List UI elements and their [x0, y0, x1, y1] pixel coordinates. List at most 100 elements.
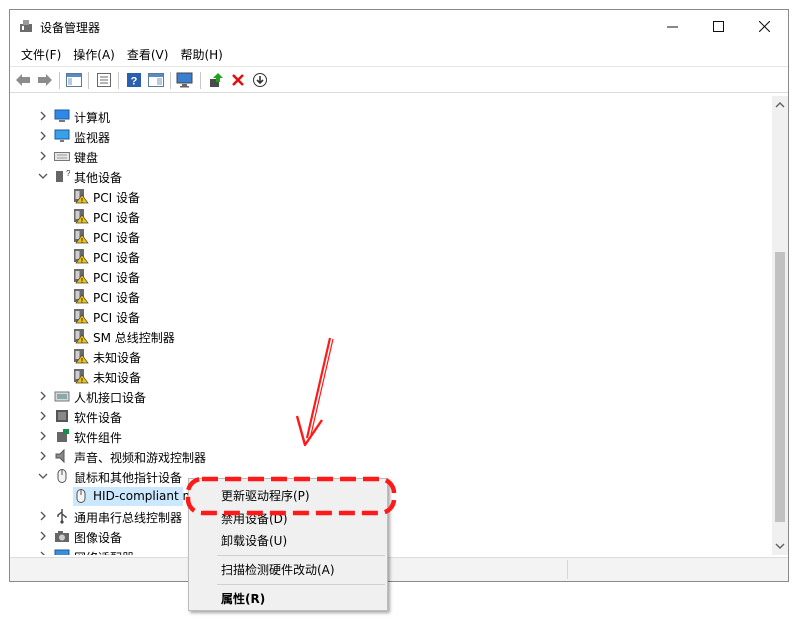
speaker-icon — [55, 448, 65, 464]
tree-device[interactable]: ! SM 总线控制器 — [12, 326, 752, 346]
chevron-right-icon[interactable] — [38, 411, 48, 421]
tree-category[interactable]: 计算机 — [12, 106, 752, 126]
tree-category[interactable]: 软件设备 — [12, 406, 752, 426]
tree-item-label: 其他设备 — [74, 171, 123, 185]
svg-text:!: ! — [81, 337, 83, 344]
tree-category[interactable]: 软件组件 — [12, 426, 752, 446]
tree-item-label: 鼠标和其他指针设备 — [74, 471, 183, 485]
maximize-button[interactable] — [695, 10, 741, 42]
menu-scan-hardware[interactable]: 扫描检测硬件改动(A) — [189, 558, 387, 580]
forward-button[interactable] — [36, 71, 54, 89]
warning-device-icon: ! — [74, 249, 89, 264]
monitor-icon — [54, 129, 70, 142]
status-divider — [567, 560, 568, 579]
menu-separator — [217, 584, 385, 585]
menu-update-driver-label: 更新驱动程序(P) — [221, 488, 310, 503]
menu-disable-device[interactable]: 禁用设备(D) — [189, 507, 387, 529]
help-toolbar-button[interactable]: ? — [125, 71, 143, 89]
scrollbar-thumb[interactable] — [775, 252, 785, 522]
menu-file[interactable]: 文件(F) — [16, 43, 66, 65]
tree-item-label: 键盘 — [74, 151, 99, 165]
svg-text:!: ! — [81, 237, 83, 244]
warning-device-icon: ! — [74, 329, 89, 344]
chevron-down-icon[interactable] — [38, 471, 48, 481]
minimize-button[interactable] — [649, 10, 695, 42]
arrow-left-icon — [16, 74, 30, 86]
view-toolbar-button[interactable] — [147, 71, 165, 89]
tree-device[interactable]: ! PCI 设备 — [12, 206, 752, 226]
close-button[interactable] — [741, 10, 787, 42]
device-tree[interactable]: 计算机监视器键盘? 其他设备! PCI 设备! PCI 设备! PCI 设备! PCI 设… — [12, 96, 772, 555]
tree-device[interactable]: ! PCI 设备 — [12, 226, 752, 246]
update-driver-toolbar-button[interactable] — [207, 71, 225, 89]
tree-item-label: PCI 设备 — [93, 271, 140, 285]
properties-toolbar-button[interactable] — [95, 71, 113, 89]
tree-device[interactable]: ! 未知设备 — [12, 366, 752, 386]
device-manager-icon — [20, 20, 32, 32]
scroll-up-icon[interactable] — [775, 100, 785, 110]
vertical-scrollbar[interactable] — [772, 96, 788, 555]
tree-category[interactable]: 声音、视频和游戏控制器 — [12, 446, 752, 466]
tree-category[interactable]: 监视器 — [12, 126, 752, 146]
tree-category[interactable]: 人机接口设备 — [12, 386, 752, 406]
menu-separator — [217, 555, 385, 556]
menu-update-driver[interactable]: 更新驱动程序(P) — [189, 484, 387, 506]
toolbar-separator — [200, 72, 201, 89]
menu-uninstall-device[interactable]: 卸载设备(U) — [189, 529, 387, 551]
toolbar-separator — [170, 72, 171, 89]
chevron-right-icon[interactable] — [38, 531, 48, 541]
tree-device[interactable]: ! PCI 设备 — [12, 246, 752, 266]
svg-text:!: ! — [81, 257, 83, 264]
tree-category[interactable]: 键盘 — [12, 146, 752, 166]
console-tree-icon — [66, 73, 82, 87]
svg-text:!: ! — [81, 217, 83, 224]
scroll-down-icon[interactable] — [775, 541, 785, 551]
menu-properties[interactable]: 属性(R) — [189, 587, 387, 609]
chevron-right-icon[interactable] — [38, 431, 48, 441]
menu-disable-device-label: 禁用设备(D) — [221, 511, 288, 526]
chevron-right-icon[interactable] — [38, 151, 48, 161]
chevron-right-icon[interactable] — [38, 451, 48, 461]
tree-device[interactable]: ! PCI 设备 — [12, 306, 752, 326]
tree-item-label: 未知设备 — [93, 351, 142, 365]
menu-view[interactable]: 查看(V) — [122, 43, 174, 65]
network-icon — [54, 549, 70, 555]
warning-device-icon: ! — [74, 229, 89, 244]
monitor-scan-icon — [176, 72, 193, 88]
menu-action[interactable]: 操作(A) — [68, 43, 120, 65]
chevron-right-icon[interactable] — [38, 511, 48, 521]
enable-device-toolbar-button[interactable] — [251, 71, 269, 89]
svg-text:!: ! — [81, 277, 83, 284]
title-bar[interactable]: 设备管理器 — [10, 10, 788, 43]
properties-icon — [97, 73, 111, 87]
tree-device[interactable]: ! PCI 设备 — [12, 286, 752, 306]
tree-device[interactable]: ! 未知设备 — [12, 346, 752, 366]
computer-icon — [54, 109, 70, 122]
camera-icon — [55, 531, 69, 542]
scan-hardware-toolbar-button[interactable] — [176, 71, 194, 89]
back-button[interactable] — [14, 71, 32, 89]
tree-item-label: 网络适配器 — [74, 549, 134, 555]
tree-device[interactable]: ! PCI 设备 — [12, 186, 752, 206]
uninstall-toolbar-button[interactable] — [229, 71, 247, 89]
tree-item-label: PCI 设备 — [93, 191, 140, 205]
svg-text:?: ? — [131, 76, 138, 88]
down-circle-icon — [253, 73, 267, 87]
chevron-right-icon[interactable] — [38, 391, 48, 401]
show-hide-console-tree-button[interactable] — [65, 71, 83, 89]
chevron-right-icon[interactable] — [38, 551, 48, 555]
tree-category[interactable]: ? 其他设备 — [12, 166, 752, 186]
menu-help[interactable]: 帮助(H) — [175, 43, 227, 65]
toolbar-separator — [59, 72, 60, 89]
toolbar: ? — [10, 66, 788, 93]
arrow-right-icon — [38, 74, 52, 86]
chevron-down-icon[interactable] — [38, 171, 48, 181]
warning-device-icon: ! — [74, 269, 89, 284]
svg-text:!: ! — [81, 197, 83, 204]
warning-device-icon: ! — [74, 209, 89, 224]
chevron-right-icon[interactable] — [38, 111, 48, 121]
tree-device[interactable]: ! PCI 设备 — [12, 266, 752, 286]
toolbar-separator — [88, 72, 89, 89]
chevron-right-icon[interactable] — [38, 131, 48, 141]
device-manager-window: 设备管理器 文件(F) 操作(A) 查看(V) 帮助(H) ? 计算机 监视器 … — [9, 9, 789, 582]
